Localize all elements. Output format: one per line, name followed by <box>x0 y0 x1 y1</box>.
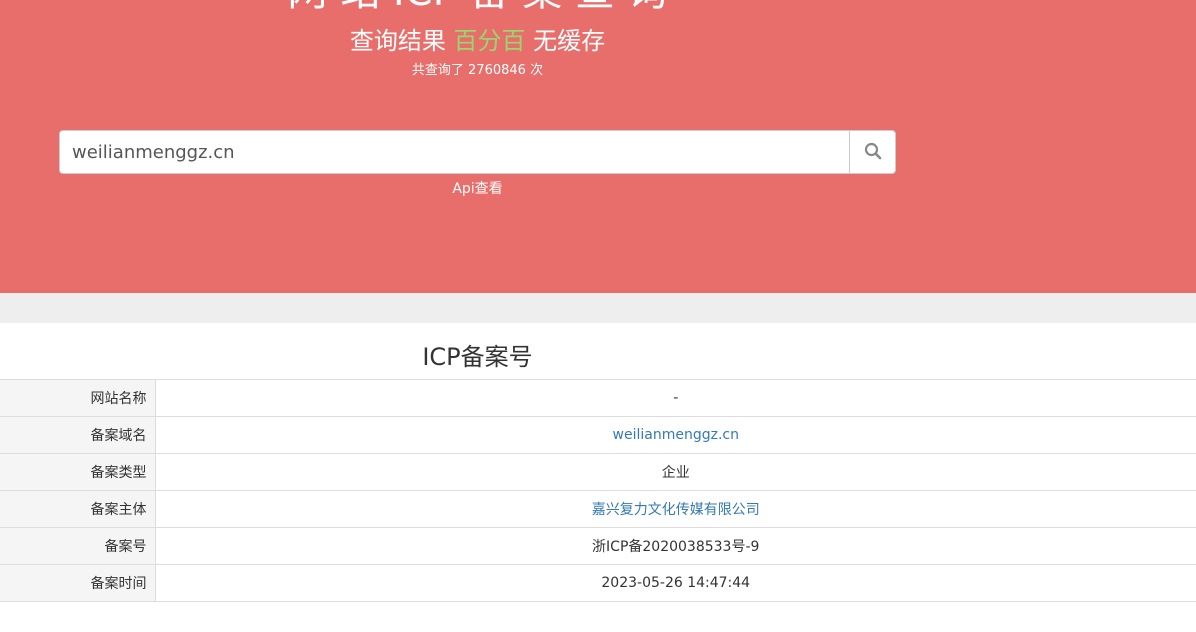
search-input[interactable] <box>59 130 849 174</box>
table-row: 备案类型 企业 <box>0 453 1196 491</box>
search-icon <box>864 142 882 163</box>
table-row: 备案时间 2023-05-26 14:47:44 <box>0 564 1196 602</box>
subtitle: 查询结果 百分百 无缓存 <box>0 26 955 56</box>
row-label: 备案类型 <box>0 453 156 491</box>
search-bar <box>59 130 896 174</box>
result-panel: ICP备案号 网站名称 - 备案域名 weilianmenggz.cn 备案类型 企业 备案… <box>0 323 1196 632</box>
row-label: 网站名称 <box>0 379 156 417</box>
row-value: 浙ICP备2020038533号-9 <box>155 527 1196 565</box>
query-count: 共查询了 2760846 次 <box>411 63 544 78</box>
row-label: 备案时间 <box>0 564 156 602</box>
search-button[interactable] <box>849 130 896 174</box>
hero-banner: 网 站 ICP 备 案 查 询 查询结果 百分百 无缓存 共查询了 276084… <box>0 0 1196 293</box>
table-row: 网站名称 - <box>0 379 1196 417</box>
site-title: 网 站 ICP 备 案 查 询 <box>0 0 955 12</box>
subtitle-prefix: 查询结果 <box>349 27 446 55</box>
row-value: 2023-05-26 14:47:44 <box>155 564 1196 602</box>
table-row: 备案域名 weilianmenggz.cn <box>0 416 1196 454</box>
row-label: 备案号 <box>0 527 156 565</box>
subtitle-highlight: 百分百 <box>453 27 526 55</box>
row-value-cell: weilianmenggz.cn <box>155 416 1196 454</box>
subtitle-suffix: 无缓存 <box>533 27 606 55</box>
row-label: 备案域名 <box>0 416 156 454</box>
table-row: 备案号 浙ICP备2020038533号-9 <box>0 527 1196 565</box>
result-title: ICP备案号 <box>422 343 533 371</box>
row-label: 备案主体 <box>0 490 156 528</box>
table-row: 备案主体 嘉兴复力文化传媒有限公司 <box>0 490 1196 528</box>
section-divider <box>0 293 1196 323</box>
row-value-cell: 嘉兴复力文化传媒有限公司 <box>155 490 1196 528</box>
row-value: 企业 <box>155 453 1196 491</box>
api-link[interactable]: Api查看 <box>0 180 955 198</box>
row-value: - <box>155 379 1196 417</box>
row-value-link[interactable]: weilianmenggz.cn <box>613 427 739 443</box>
info-table: 网站名称 - 备案域名 weilianmenggz.cn 备案类型 企业 备案主体 嘉兴复力文… <box>0 379 1196 602</box>
row-value-link[interactable]: 嘉兴复力文化传媒有限公司 <box>592 502 760 518</box>
